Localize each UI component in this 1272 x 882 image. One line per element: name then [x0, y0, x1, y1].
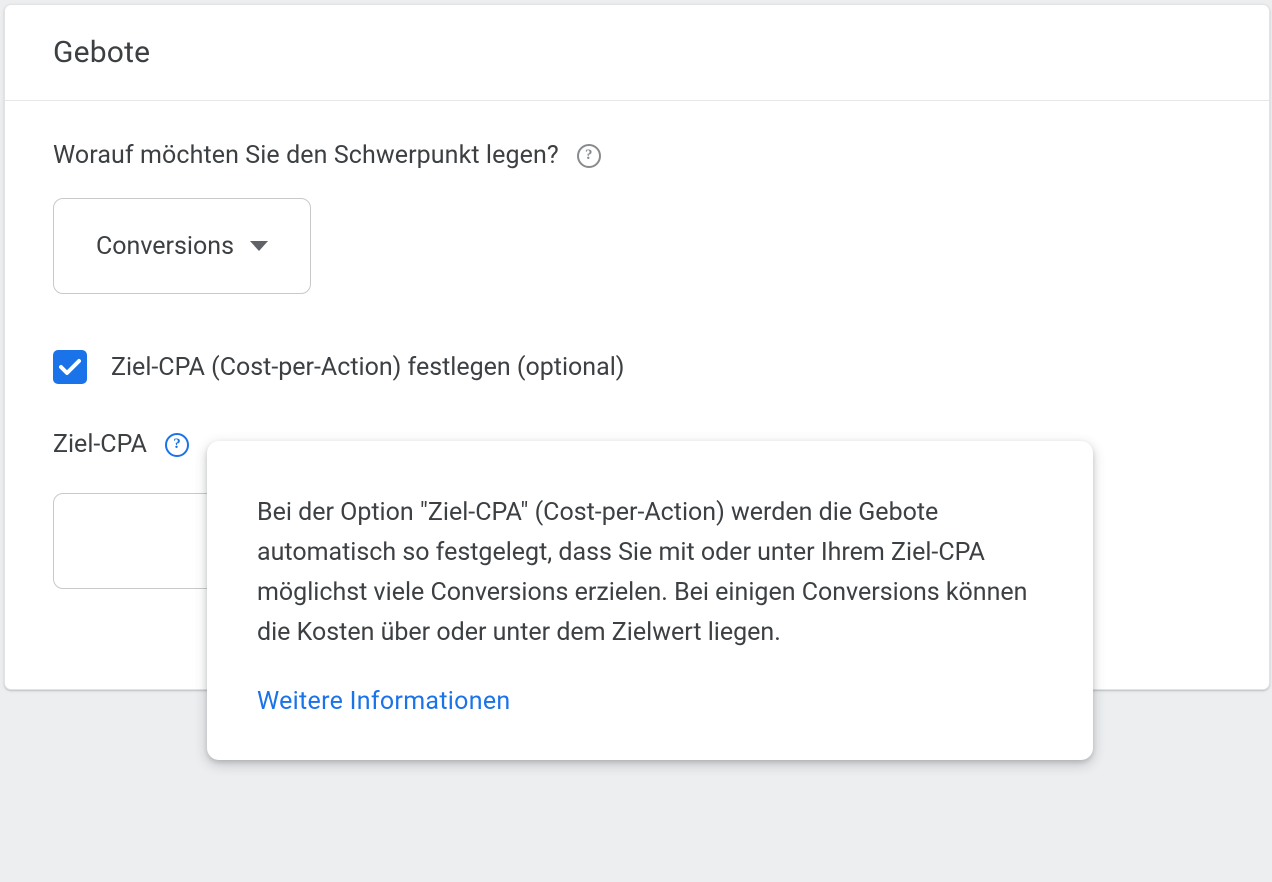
focus-question-row: Worauf möchten Sie den Schwerpunkt legen…	[53, 141, 1221, 170]
focus-select[interactable]: Conversions	[53, 198, 311, 294]
target-cpa-checkbox-row: Ziel-CPA (Cost-per-Action) festlegen (op…	[53, 350, 1221, 384]
help-icon[interactable]: ?	[165, 433, 189, 457]
help-icon[interactable]: ?	[577, 144, 601, 168]
learn-more-link[interactable]: Weitere Informationen	[257, 687, 511, 716]
target-cpa-checkbox-label: Ziel-CPA (Cost-per-Action) festlegen (op…	[111, 353, 624, 382]
chevron-down-icon	[250, 241, 268, 251]
focus-question-label: Worauf möchten Sie den Schwerpunkt legen…	[53, 141, 559, 170]
tooltip-body: Bei der Option "Ziel-CPA" (Cost-per-Acti…	[257, 493, 1043, 653]
checkmark-icon	[59, 358, 81, 376]
target-cpa-checkbox[interactable]	[53, 350, 87, 384]
target-cpa-label: Ziel-CPA	[53, 430, 147, 459]
card-header: Gebote	[5, 5, 1269, 101]
target-cpa-tooltip: Bei der Option "Ziel-CPA" (Cost-per-Acti…	[207, 441, 1093, 760]
focus-select-value: Conversions	[96, 232, 234, 261]
card-title: Gebote	[53, 35, 150, 70]
